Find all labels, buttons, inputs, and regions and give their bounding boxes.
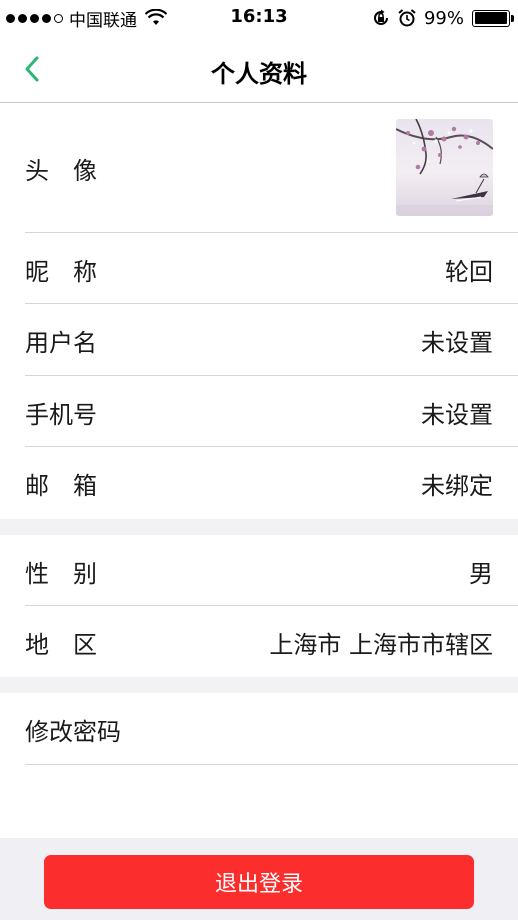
page-title: 个人资料 [211, 60, 307, 88]
email-label: 邮 箱 [25, 472, 97, 500]
nickname-label: 昵 称 [25, 258, 97, 286]
phone-value: 未设置 [421, 401, 493, 429]
gender-label: 性 别 [25, 560, 97, 588]
navigation-bar: 个人资料 [0, 36, 518, 103]
alarm-clock-icon [398, 9, 416, 27]
region-label: 地 区 [25, 631, 97, 659]
change-password-row[interactable]: 修改密码 [25, 693, 518, 765]
status-bar: 中国联通 16:13 99% [0, 0, 518, 36]
rotation-lock-icon [374, 9, 388, 25]
battery-icon [472, 9, 514, 27]
avatar [396, 119, 493, 216]
email-value: 未绑定 [421, 472, 493, 500]
phone-label: 手机号 [25, 401, 97, 429]
section-separator [0, 677, 518, 693]
gender-row[interactable]: 性 别 男 [25, 535, 518, 606]
logout-button[interactable]: 退出登录 [44, 855, 474, 909]
nickname-row[interactable]: 昵 称 轮回 [25, 233, 518, 304]
gender-value: 男 [469, 560, 493, 588]
region-row[interactable]: 地 区 上海市 上海市市辖区 [25, 606, 518, 677]
battery-fill [474, 12, 508, 24]
username-label: 用户名 [25, 329, 97, 357]
change-password-label: 修改密码 [25, 718, 121, 746]
status-right: 99% [372, 6, 514, 30]
email-row[interactable]: 邮 箱 未绑定 [25, 447, 518, 519]
username-row[interactable]: 用户名 未设置 [25, 304, 518, 376]
region-value: 上海市 上海市市辖区 [269, 631, 493, 659]
avatar-label: 头 像 [25, 157, 97, 185]
phone-row[interactable]: 手机号 未设置 [25, 376, 518, 447]
battery-percentage: 99% [423, 7, 464, 29]
avatar-row[interactable]: 头 像 [25, 103, 518, 233]
username-value: 未设置 [421, 329, 493, 357]
nickname-value: 轮回 [445, 258, 493, 286]
section-separator [0, 519, 518, 535]
